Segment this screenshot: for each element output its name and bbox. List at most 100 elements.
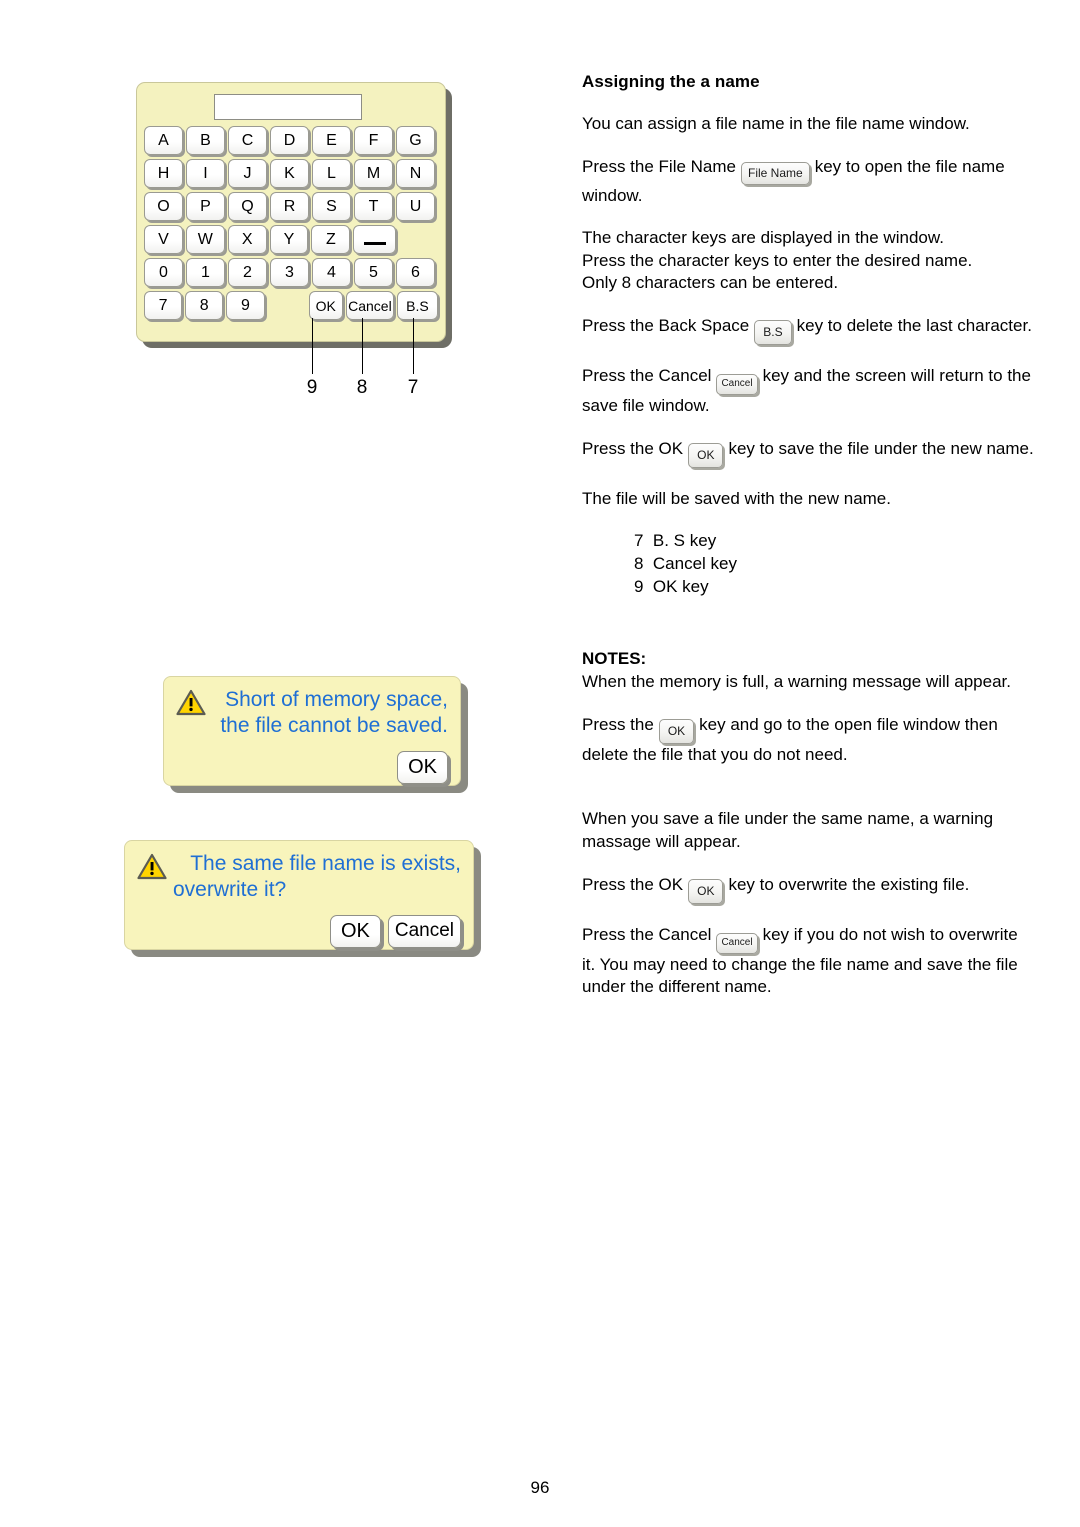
cancel-key-icon: Cancel — [716, 374, 758, 396]
keyboard-row-1: A B C D E F G — [144, 126, 438, 156]
dialog-overwrite-line1: The same file name is exists, — [190, 852, 461, 875]
key-backspace[interactable]: B.S — [396, 291, 438, 320]
key-7[interactable]: 7 — [144, 291, 183, 320]
note-overwrite-cancel: Press the Cancel Cancel key if you do not … — [582, 924, 1034, 999]
key-t[interactable]: T — [354, 192, 393, 221]
left-illustration-column: A B C D E F G H I J K L M N O P Q R S T … — [0, 0, 560, 1527]
key-5[interactable]: 5 — [354, 258, 393, 287]
keyboard-blank-cell-2 — [268, 291, 306, 320]
key-2[interactable]: 2 — [228, 258, 267, 287]
dialog-memory-ok-button[interactable]: OK — [397, 751, 448, 785]
key-n[interactable]: N — [396, 159, 435, 188]
key-g[interactable]: G — [396, 126, 435, 155]
key-3[interactable]: 3 — [270, 258, 309, 287]
paragraph-file-name-key: Press the File Name File Name key to open … — [582, 156, 1034, 208]
keyboard-panel: A B C D E F G H I J K L M N O P Q R S T … — [136, 82, 446, 342]
ok-key-icon: OK — [658, 718, 695, 744]
paragraph-saved-confirmation: The file will be saved with the new name… — [582, 488, 891, 508]
key-v[interactable]: V — [144, 225, 183, 254]
key-w[interactable]: W — [185, 225, 225, 254]
paragraph-back-space: Press the Back Space B.S key to delete the… — [582, 315, 1034, 346]
paragraph-character-keys-line2: Press the character keys to enter the de… — [582, 250, 973, 270]
back-space-key-icon: B.S — [754, 320, 792, 346]
paragraph-ok-save-pre: Press the OK — [582, 438, 684, 458]
callout-legend-item-9: 9 OK key — [634, 577, 709, 597]
keyboard-row-4: V W X Y Z — [144, 225, 438, 255]
callout-legend: 7 B. S key 8 Cancel key 9 OK key — [634, 530, 1034, 599]
page-number: 96 — [530, 1478, 550, 1497]
paragraph-cancel: Press the Cancel Cancel key and the screen… — [582, 365, 1034, 418]
key-b[interactable]: B — [186, 126, 225, 155]
key-x[interactable]: X — [227, 225, 267, 254]
key-6[interactable]: 6 — [396, 258, 435, 287]
warning-triangle-icon — [137, 853, 167, 887]
file-name-display-field[interactable] — [214, 94, 362, 120]
key-0[interactable]: 0 — [144, 258, 183, 287]
note-overwrite-ok-post: key to overwrite the existing file. — [728, 874, 970, 894]
key-z[interactable]: Z — [311, 225, 351, 254]
dialog-overwrite-confirm-box: The same file name is exists, overwrite … — [124, 840, 474, 950]
underscore-icon — [363, 241, 386, 245]
key-h[interactable]: H — [144, 159, 183, 188]
notes-heading: NOTES: — [582, 649, 647, 669]
key-8[interactable]: 8 — [185, 291, 224, 320]
key-f[interactable]: F — [354, 126, 393, 155]
notes-gap — [582, 786, 1034, 808]
paragraph-cancel-pre: Press the Cancel — [582, 366, 712, 386]
key-u[interactable]: U — [396, 192, 435, 221]
key-r[interactable]: R — [270, 192, 309, 221]
callout-legend-item-7: 7 B. S key — [634, 531, 717, 551]
key-y[interactable]: Y — [269, 225, 309, 254]
dialog-memory-warning: Short of memory space, the file cannot b… — [163, 676, 468, 793]
key-m[interactable]: M — [354, 159, 393, 188]
key-q[interactable]: Q — [228, 192, 267, 221]
key-k[interactable]: K — [270, 159, 309, 188]
instructions-column: Assigning the a name You can assign a fi… — [582, 72, 1034, 1019]
key-d[interactable]: D — [270, 126, 309, 155]
file-name-keyboard-illustration: A B C D E F G H I J K L M N O P Q R S T … — [136, 82, 452, 348]
paragraph-file-name-key-pre: Press the File Name — [582, 156, 736, 176]
keyboard-row-5: 0 1 2 3 4 5 6 — [144, 258, 438, 288]
keyboard-row-2: H I J K L M N — [144, 159, 438, 189]
page-title: Assigning the a name — [582, 72, 760, 91]
keyboard-row-6: 7 8 9 OK Cancel B.S — [144, 291, 438, 321]
key-underscore[interactable] — [353, 225, 397, 254]
key-4[interactable]: 4 — [312, 258, 351, 287]
key-ok[interactable]: OK — [308, 291, 343, 320]
callout-legend-item-8: 8 Cancel key — [634, 554, 737, 574]
note-open-file-window-pre: Press the — [582, 714, 654, 734]
file-name-key-icon: File Name — [741, 161, 810, 185]
note-memory-full: When the memory is full, a warning messa… — [582, 672, 1011, 692]
key-s[interactable]: S — [312, 192, 351, 221]
paragraph-back-space-post: key to delete the last character. — [796, 316, 1032, 336]
key-cancel[interactable]: Cancel — [345, 291, 394, 320]
dialog-memory-warning-line1: Short of memory space, — [225, 688, 448, 711]
dialog-overwrite-buttons: OK Cancel — [137, 915, 461, 949]
key-l[interactable]: L — [312, 159, 351, 188]
note-overwrite-cancel-pre: Press the Cancel — [582, 924, 712, 944]
dialog-overwrite-ok-button[interactable]: OK — [329, 915, 381, 949]
key-i[interactable]: I — [186, 159, 225, 188]
dialog-memory-warning-buttons: OK — [176, 751, 448, 785]
key-o[interactable]: O — [144, 192, 183, 221]
ok-key-icon: OK — [688, 442, 724, 468]
dialog-overwrite-cancel-button[interactable]: Cancel — [387, 915, 461, 949]
manual-page: A B C D E F G H I J K L M N O P Q R S T … — [0, 0, 1080, 1527]
dialog-overwrite-confirm-message: The same file name is exists, overwrite … — [137, 851, 461, 903]
key-e[interactable]: E — [312, 126, 351, 155]
ok-key-icon: OK — [688, 878, 724, 904]
key-p[interactable]: P — [186, 192, 225, 221]
key-j[interactable]: J — [228, 159, 267, 188]
paragraph-character-keys: The character keys are displayed in the … — [582, 227, 1034, 295]
keyboard-row-3: O P Q R S T U — [144, 192, 438, 222]
key-9[interactable]: 9 — [226, 291, 265, 320]
dialog-overwrite-confirm: The same file name is exists, overwrite … — [124, 840, 481, 957]
key-a[interactable]: A — [144, 126, 183, 155]
note-overwrite-ok: Press the OK OK key to overwrite the exist… — [582, 874, 1034, 904]
paragraph-character-keys-line3: Only 8 characters can be entered. — [582, 273, 839, 293]
callout-number-7: 7 — [407, 377, 419, 398]
paragraph-back-space-pre: Press the Back Space — [582, 316, 750, 336]
dialog-memory-warning-box: Short of memory space, the file cannot b… — [163, 676, 461, 786]
key-c[interactable]: C — [228, 126, 267, 155]
key-1[interactable]: 1 — [186, 258, 225, 287]
